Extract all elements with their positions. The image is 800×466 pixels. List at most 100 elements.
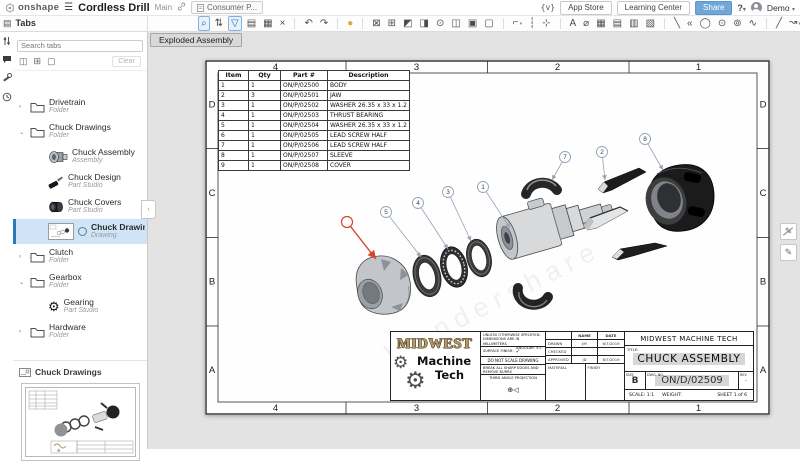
tab-item-clutch[interactable]: ›ClutchFolder: [13, 244, 147, 269]
drawing-number[interactable]: ON/D/02509: [655, 375, 729, 386]
projected-view-icon[interactable]: ⊞: [386, 17, 398, 30]
sketch-icon[interactable]: ●: [345, 17, 355, 30]
sheet-tab[interactable]: Exploded Assembly: [150, 33, 242, 47]
drawing-canvas[interactable]: Exploded Assembly: [148, 31, 800, 449]
leader-icon[interactable]: ╱: [774, 17, 784, 30]
dimension-icon[interactable]: ⌐▾: [511, 16, 524, 31]
expanded-caret-icon[interactable]: ⌄: [19, 128, 26, 136]
revision-table-icon[interactable]: ▧: [644, 17, 657, 30]
bom-row[interactable]: 31ON/P/02502WASHER 26.35 x 33 x 1.2: [219, 101, 410, 111]
bom-row[interactable]: 11ON/P/02500BODY: [219, 81, 410, 91]
filter-tabs-icon[interactable]: ▽: [228, 16, 242, 31]
hide-annotations-icon[interactable]: ✎: [780, 223, 797, 240]
bom-row[interactable]: 61ON/P/02505LEAD SCREW HALF: [219, 131, 410, 141]
tab-item-chuck-covers[interactable]: Chuck CoversPart Studio: [13, 194, 147, 219]
table-icon[interactable]: ▦: [594, 17, 607, 30]
collapse-panel-button[interactable]: ‹: [141, 200, 156, 219]
user-avatar[interactable]: [751, 2, 762, 13]
tab-item-chuck-drawings[interactable]: Chuck DrawingsDrawing: [13, 219, 147, 244]
onshape-logo[interactable]: onshape: [5, 2, 59, 13]
part-sleeve[interactable]: [640, 165, 714, 232]
balloon-new[interactable]: [342, 217, 353, 228]
bom-row[interactable]: 81ON/P/02507SLEEVE: [219, 151, 410, 161]
collapsed-caret-icon[interactable]: ›: [19, 328, 26, 335]
search-tabs-input[interactable]: [17, 40, 143, 52]
section-view-icon[interactable]: ◨: [418, 17, 431, 30]
bom-row[interactable]: 41ON/P/02503THRUST BEARING: [219, 111, 410, 121]
note-icon[interactable]: A: [568, 17, 579, 30]
hole-table-icon[interactable]: ▥: [627, 17, 640, 30]
tab-manager-icon[interactable]: [2, 36, 11, 46]
insert-view-icon[interactable]: ⊠: [370, 17, 382, 30]
bom-table[interactable]: ItemQtyPart #Description11ON/P/02500BODY…: [218, 70, 410, 171]
line-icon[interactable]: ╲: [672, 17, 682, 30]
user-menu[interactable]: Demo ▾: [767, 3, 795, 13]
bom-row[interactable]: 71ON/P/02506LEAD SCREW HALF: [219, 141, 410, 151]
tab-item-gearbox[interactable]: ⌄GearboxFolder: [13, 269, 147, 294]
search-tabs-icon[interactable]: ⌕: [198, 16, 210, 31]
spline-icon[interactable]: ↝▾: [787, 16, 800, 31]
centerline-icon[interactable]: ┆: [527, 17, 537, 30]
detailed-list-icon[interactable]: ▦: [261, 17, 274, 30]
tab-label: Gearing: [64, 298, 99, 307]
document-menu-icon[interactable]: ☰: [64, 2, 73, 13]
bom-row[interactable]: 51ON/P/02504WASHER 26.35 x 33 x 1.2: [219, 121, 410, 131]
drawing-title[interactable]: CHUCK ASSEMBLY: [633, 353, 744, 365]
broken-view-icon[interactable]: ◫: [449, 17, 462, 30]
tab-item-chuck-assembly[interactable]: Chuck AssemblyAssembly: [13, 144, 147, 169]
bom-row[interactable]: 91ON/P/02508COVER: [219, 161, 410, 171]
share-button[interactable]: Share: [695, 1, 732, 15]
expanded-caret-icon[interactable]: ⌄: [19, 278, 26, 286]
tab-item-chuck-drawings[interactable]: ⌄Chuck DrawingsFolder: [13, 119, 147, 144]
detail-view-icon[interactable]: ⊙: [434, 17, 446, 30]
collapsed-caret-icon[interactable]: ›: [19, 253, 26, 260]
crop-view-icon[interactable]: ▢: [482, 17, 495, 30]
clear-filters-button[interactable]: Clear: [112, 56, 141, 67]
bom-table-icon[interactable]: ▤: [611, 17, 624, 30]
undo-icon[interactable]: ↶: [302, 17, 314, 30]
part-jaw-1[interactable]: [598, 168, 646, 193]
bom-row[interactable]: 23ON/P/02501JAW: [219, 91, 410, 101]
part-washer-5[interactable]: [409, 252, 445, 299]
inspection-symbol-icon[interactable]: ⌀: [581, 17, 591, 30]
redo-icon[interactable]: ↷: [318, 17, 330, 30]
tab-item-drivetrain[interactable]: ›DrivetrainFolder: [13, 94, 147, 119]
filter-part-studio-icon[interactable]: ◫: [19, 56, 28, 67]
custom-tools-icon[interactable]: [2, 73, 12, 83]
center-mark-icon[interactable]: ⊹: [540, 17, 552, 30]
app-store-button[interactable]: App Store: [560, 1, 612, 15]
part-lead-screw-top[interactable]: [526, 180, 557, 194]
break-out-section-icon[interactable]: ▣: [466, 17, 479, 30]
comments-icon[interactable]: [2, 55, 12, 64]
part-jaw-3[interactable]: [612, 243, 667, 260]
tab-item-gearing[interactable]: ⚙GearingPart Studio: [13, 294, 147, 319]
filter-assembly-icon[interactable]: ⊞: [34, 56, 42, 67]
linked-document-tab[interactable]: Consumer P...: [191, 1, 263, 14]
workspace-label[interactable]: Main: [155, 3, 172, 12]
collapsed-caret-icon[interactable]: ›: [19, 103, 26, 110]
filter-drawing-icon[interactable]: ▢: [47, 56, 56, 67]
drawing-sheet[interactable]: 44332211DDCCBBAA Wondershare: [205, 60, 770, 415]
featurescript-icon[interactable]: {v}: [541, 3, 555, 12]
break-line-icon[interactable]: ∿: [747, 17, 759, 30]
balloon-number: 2: [600, 149, 604, 156]
close-filter-icon[interactable]: ×: [278, 17, 288, 30]
edit-annotation-icon[interactable]: ✎: [780, 244, 797, 261]
circle-double-icon[interactable]: ⊚: [731, 17, 743, 30]
bom-header: Description: [328, 71, 410, 81]
compact-list-icon[interactable]: ▤: [245, 17, 258, 30]
part-cover[interactable]: [354, 256, 411, 314]
auxiliary-view-icon[interactable]: ◩: [401, 17, 414, 30]
chamfer-note-icon[interactable]: «: [685, 17, 695, 30]
tab-item-hardware[interactable]: ›HardwareFolder: [13, 319, 147, 344]
help-menu-button[interactable]: ?▾: [737, 3, 746, 13]
learning-center-button[interactable]: Learning Center: [617, 1, 690, 15]
tab-item-chuck-design[interactable]: Chuck DesignPart Studio: [13, 169, 147, 194]
circle-icon[interactable]: ◯: [698, 17, 713, 30]
link-icon[interactable]: [177, 2, 186, 13]
circle-center-icon[interactable]: ⊙: [716, 17, 728, 30]
preview-thumbnail[interactable]: ⚙: [21, 383, 140, 466]
history-icon[interactable]: [2, 92, 12, 102]
balloon-leader: [483, 187, 510, 228]
sort-tabs-icon[interactable]: ⇅: [213, 17, 225, 30]
